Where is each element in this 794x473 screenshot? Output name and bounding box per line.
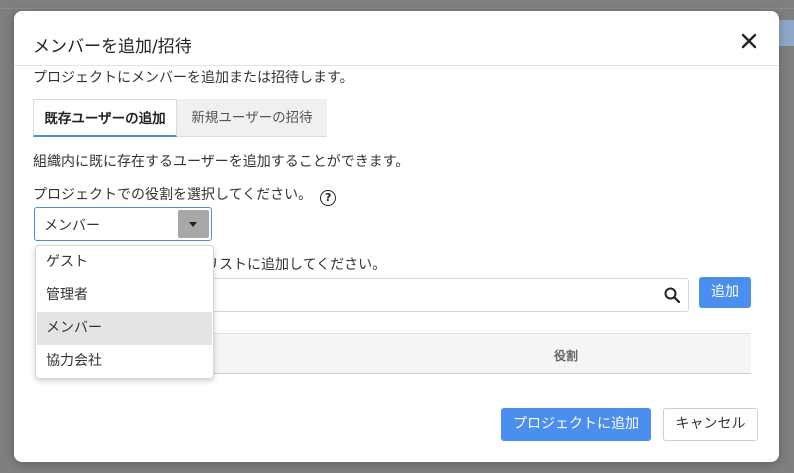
tab-invite-new-user[interactable]: 新規ユーザーの招待 bbox=[177, 99, 327, 137]
role-select[interactable]: メンバー bbox=[34, 207, 212, 241]
add-button[interactable]: 追加 bbox=[699, 277, 751, 308]
role-prompt-label: プロジェクトでの役割を選択してください。 bbox=[33, 187, 313, 203]
modal-title: メンバーを追加/招待 bbox=[33, 37, 192, 57]
cancel-button[interactable]: キャンセル bbox=[663, 408, 758, 441]
role-option-guest[interactable]: ゲスト bbox=[37, 246, 212, 279]
modal-description: プロジェクトにメンバーを追加または招待します。 bbox=[33, 70, 354, 86]
help-icon[interactable]: ? bbox=[320, 190, 337, 206]
close-icon[interactable] bbox=[738, 30, 760, 52]
role-option-partner[interactable]: 協力会社 bbox=[37, 345, 212, 378]
role-option-admin[interactable]: 管理者 bbox=[37, 279, 212, 312]
role-select-value: メンバー bbox=[44, 218, 100, 234]
add-member-modal: メンバーを追加/招待 プロジェクトにメンバーを追加または招待します。 既存ユーザ… bbox=[14, 11, 779, 462]
column-header-role: 役割 bbox=[554, 349, 579, 363]
role-prompt-row: プロジェクトでの役割を選択してください。? bbox=[33, 184, 337, 206]
search-icon[interactable] bbox=[664, 287, 680, 303]
role-dropdown-menu: ゲスト 管理者 メンバー 協力会社 bbox=[35, 245, 214, 379]
background-divider bbox=[0, 8, 794, 9]
info-text: 組織内に既に存在するユーザーを追加することができます。 bbox=[33, 154, 410, 170]
add-to-project-button[interactable]: プロジェクトに追加 bbox=[501, 408, 651, 441]
list-prompt: リストに追加してください。 bbox=[205, 257, 387, 273]
chevron-down-icon[interactable] bbox=[178, 210, 209, 238]
header-divider bbox=[14, 65, 779, 66]
tab-add-existing-user[interactable]: 既存ユーザーの追加 bbox=[33, 99, 177, 137]
role-option-member[interactable]: メンバー bbox=[37, 312, 212, 345]
